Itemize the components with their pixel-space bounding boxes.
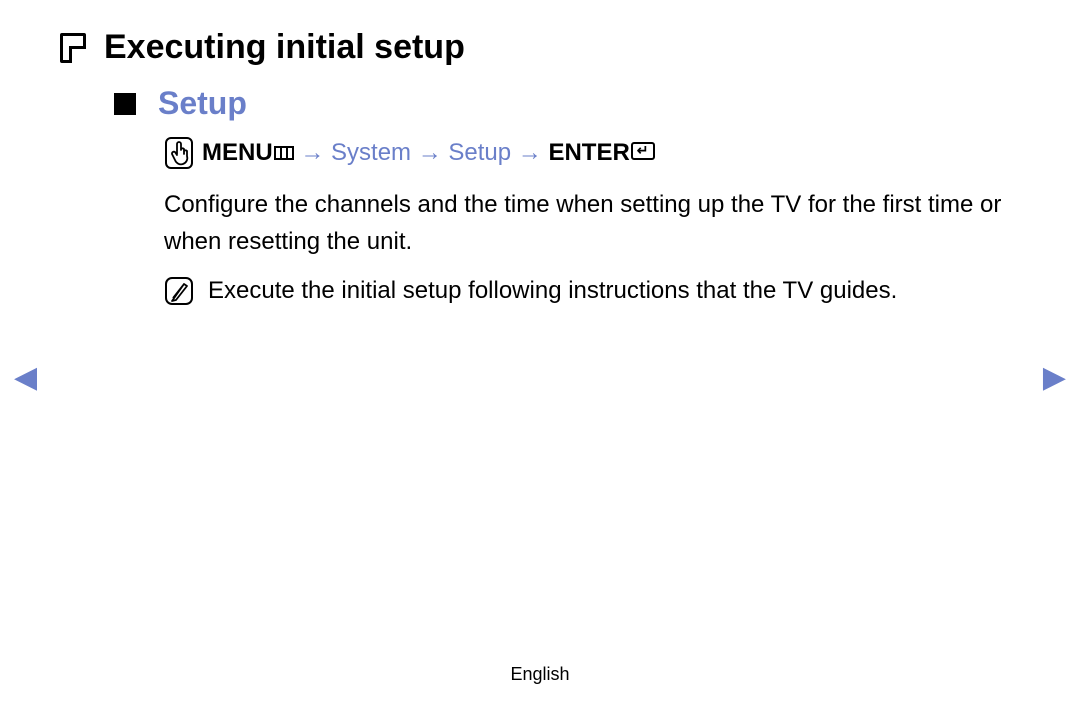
enter-label: ENTER <box>548 139 629 166</box>
prev-page-button[interactable]: ◀ <box>14 360 37 395</box>
arrow-1: → <box>300 139 324 166</box>
hand-pointer-icon <box>164 136 194 170</box>
section-title: Setup <box>158 85 247 122</box>
menu-label: MENU <box>202 139 273 166</box>
bookmark-icon <box>60 33 86 63</box>
path-system: System <box>331 139 411 166</box>
next-page-button[interactable]: ▶ <box>1043 360 1066 395</box>
section-bullet-icon <box>114 93 136 115</box>
page-title-row: Executing initial setup <box>60 28 1020 67</box>
section-row: Setup <box>60 85 1020 122</box>
body-paragraph: Configure the channels and the time when… <box>164 186 1020 260</box>
footer-language: English <box>0 664 1080 685</box>
arrow-2: → <box>418 139 442 166</box>
enter-key-icon <box>631 142 655 160</box>
note-icon <box>164 276 194 306</box>
menu-grid-icon <box>274 146 294 160</box>
path-setup: Setup <box>448 139 511 166</box>
note-text: Execute the initial setup following inst… <box>208 272 897 309</box>
menu-path: MENU → System → Setup → ENTER <box>164 136 1020 170</box>
note-row: Execute the initial setup following inst… <box>164 272 1020 309</box>
page-title: Executing initial setup <box>104 28 465 67</box>
arrow-3: → <box>518 139 542 166</box>
